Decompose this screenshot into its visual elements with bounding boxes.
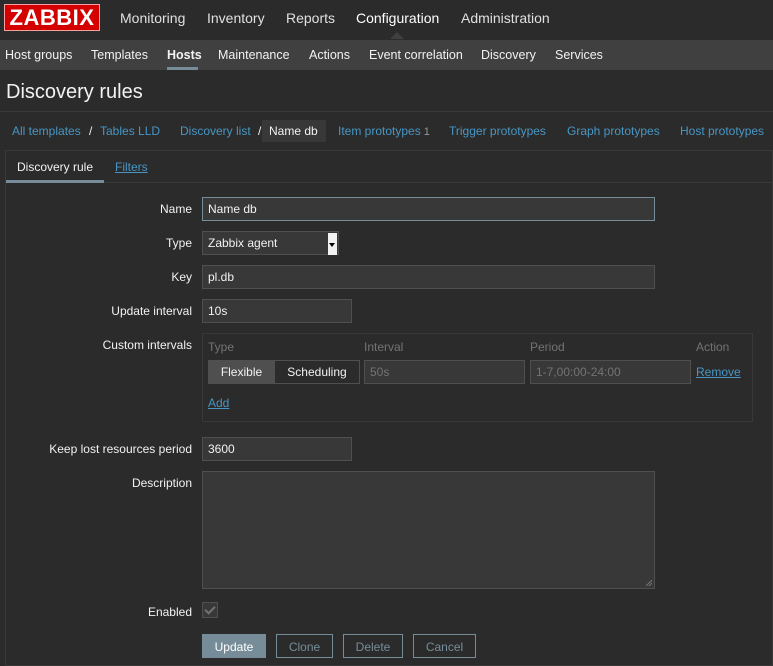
breadcrumb-all-templates[interactable]: All templates (12, 124, 81, 138)
resize-grip-icon[interactable] (646, 580, 652, 586)
subnav-event-correlation[interactable]: Event correlation (369, 48, 463, 62)
breadcrumb-separator: / (258, 124, 262, 138)
nav-configuration[interactable]: Configuration (356, 10, 439, 26)
nav-administration[interactable]: Administration (461, 10, 550, 26)
remove-interval-link[interactable]: Remove (696, 365, 741, 379)
add-interval-link[interactable]: Add (208, 396, 229, 410)
cancel-button[interactable]: Cancel (413, 634, 476, 658)
clone-button[interactable]: Clone (276, 634, 333, 658)
breadcrumb-item-prototypes[interactable]: Item prototypes 1 (338, 124, 430, 138)
item-prototypes-count: 1 (423, 126, 430, 138)
update-button[interactable]: Update (202, 634, 266, 658)
enabled-label: Enabled (147, 605, 192, 619)
breadcrumb-current: Name db (262, 120, 326, 142)
update-interval-label: Update interval (111, 304, 192, 318)
type-select[interactable]: Zabbix agent (202, 231, 339, 255)
enabled-checkbox[interactable] (202, 602, 218, 618)
scheduling-toggle[interactable]: Scheduling (274, 360, 360, 384)
nav-reports[interactable]: Reports (286, 10, 335, 26)
nav-monitoring[interactable]: Monitoring (120, 10, 185, 26)
col-type-header: Type (208, 340, 235, 354)
sub-nav: Host groups Templates Hosts Maintenance … (0, 40, 773, 70)
custom-intervals-label: Custom intervals (102, 338, 192, 352)
subnav-templates[interactable]: Templates (91, 48, 148, 62)
subnav-hosts[interactable]: Hosts (167, 48, 202, 62)
type-label: Type (165, 236, 192, 250)
breadcrumb-separator: / (89, 124, 93, 138)
subnav-discovery[interactable]: Discovery (481, 48, 536, 62)
keep-lost-input[interactable]: 3600 (202, 437, 352, 461)
update-interval-input[interactable]: 10s (202, 299, 352, 323)
breadcrumb-template[interactable]: Tables LLD (100, 124, 160, 138)
subnav-services[interactable]: Services (555, 48, 603, 62)
title-divider (0, 111, 773, 112)
tab-discovery-rule[interactable]: Discovery rule (17, 160, 93, 174)
item-prototypes-label: Item prototypes (338, 124, 421, 138)
col-action-header: Action (696, 340, 730, 354)
tab-bar: Discovery rule Filters (6, 151, 772, 183)
top-nav: ZABBIX Monitoring Inventory Reports Conf… (0, 0, 773, 39)
subnav-actions[interactable]: Actions (309, 48, 350, 62)
breadcrumb-discovery-list[interactable]: Discovery list (180, 124, 251, 138)
nav-inventory[interactable]: Inventory (207, 10, 265, 26)
zabbix-logo[interactable]: ZABBIX (4, 4, 100, 31)
col-interval-header: Interval (364, 340, 404, 354)
flexible-toggle[interactable]: Flexible (208, 360, 275, 384)
description-label: Description (131, 476, 192, 490)
keep-lost-label: Keep lost resources period (49, 442, 192, 456)
page-title: Discovery rules (6, 81, 143, 103)
period-input[interactable]: 1-7,00:00-24:00 (530, 360, 691, 384)
chevron-down-icon (328, 233, 337, 255)
description-textarea[interactable] (202, 471, 655, 589)
type-select-value: Zabbix agent (208, 236, 278, 250)
active-tab-underline (6, 180, 104, 183)
name-input[interactable]: Name db (202, 197, 655, 221)
interval-input[interactable]: 50s (364, 360, 525, 384)
subnav-maintenance[interactable]: Maintenance (218, 48, 290, 62)
col-period-header: Period (530, 340, 565, 354)
subnav-host-groups[interactable]: Host groups (5, 48, 72, 62)
breadcrumb-host-prototypes[interactable]: Host prototypes (680, 124, 764, 138)
delete-button[interactable]: Delete (343, 634, 403, 658)
breadcrumb-trigger-prototypes[interactable]: Trigger prototypes (449, 124, 546, 138)
key-label: Key (171, 270, 192, 284)
name-label: Name (159, 202, 192, 216)
active-subnav-underline (167, 67, 198, 70)
key-input[interactable]: pl.db (202, 265, 655, 289)
tab-filters[interactable]: Filters (115, 160, 148, 174)
active-nav-caret (390, 32, 404, 39)
breadcrumb-graph-prototypes[interactable]: Graph prototypes (567, 124, 660, 138)
